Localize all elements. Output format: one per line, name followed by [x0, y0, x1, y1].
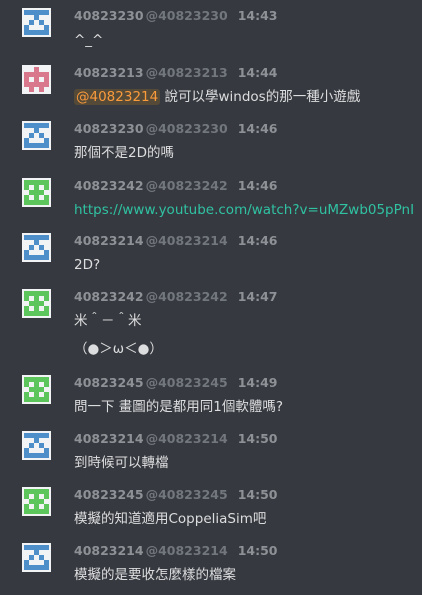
chat-message: 40823242 @40823242 14:47 米＾－＾米 （●＞ω＜●） [0, 285, 422, 357]
chat-message: 40823245 @40823245 14:50 模擬的知道適用CoppeliaSim… [0, 483, 422, 539]
user-handle[interactable]: @40823214 [146, 431, 228, 446]
username[interactable]: 40823230 [74, 121, 144, 136]
timestamp: 14:50 [237, 487, 278, 502]
username[interactable]: 40823214 [74, 431, 144, 446]
chat-message: 40823214 @40823214 14:46 2D? [0, 229, 422, 285]
message-text: 到時候可以轉檔 [74, 455, 169, 471]
user-handle[interactable]: @40823230 [146, 121, 228, 136]
avatar[interactable] [22, 431, 51, 460]
timestamp: 14:44 [237, 65, 278, 80]
message-text: @40823214 說可以學windos的那一種小遊戲 [74, 88, 360, 106]
username[interactable]: 40823230 [74, 8, 144, 23]
chat-message: 40823214 @40823214 14:50 到時候可以轉檔 [0, 427, 422, 483]
username[interactable]: 40823242 [74, 178, 144, 193]
identicon-green [22, 178, 51, 207]
user-mention[interactable]: @40823214 [74, 89, 161, 105]
user-handle[interactable]: @40823213 [146, 65, 228, 80]
message-text: https://www.youtube.com/watch?v=uMZwb05p… [74, 201, 414, 219]
username[interactable]: 40823245 [74, 375, 144, 390]
avatar[interactable] [22, 65, 51, 94]
message-text: 問一下 畫圖的是都用同1個軟體嗎? [74, 399, 284, 415]
message-text: 模擬的知道適用CoppeliaSim吧 [74, 511, 267, 527]
message-content: 說可以學windos的那一種小遊戲 [160, 89, 361, 105]
chat-message: 40823242 @40823242 14:46 https://www.youtub… [0, 174, 422, 230]
timestamp: 14:47 [237, 289, 278, 304]
timestamp: 14:50 [237, 431, 278, 446]
user-handle[interactable]: @40823245 [146, 487, 228, 502]
message-text: 2D? [74, 257, 101, 273]
user-handle[interactable]: @40823242 [146, 289, 228, 304]
user-handle[interactable]: @40823242 [146, 178, 228, 193]
identicon-green [22, 375, 51, 404]
avatar[interactable] [22, 543, 51, 572]
identicon-red [22, 65, 51, 94]
identicon-blue [22, 543, 51, 572]
message-header: 40823245 @40823245 14:50 [74, 487, 277, 503]
timestamp: 14:46 [237, 178, 278, 193]
avatar[interactable] [22, 375, 51, 404]
user-handle[interactable]: @40823230 [146, 8, 228, 23]
chat-message-list: 40823230 @40823230 14:43 ^_^ 40823213 @408232… [0, 0, 422, 593]
message-header: 40823214 @40823214 14:46 [74, 233, 277, 249]
avatar[interactable] [22, 121, 51, 150]
message-header: 40823242 @40823242 14:47 [74, 289, 277, 305]
identicon-blue [22, 121, 51, 150]
timestamp: 14:46 [237, 233, 278, 248]
identicon-green [22, 487, 51, 516]
avatar[interactable] [22, 178, 51, 207]
message-text: 米＾－＾米 [74, 313, 142, 329]
message-header: 40823214 @40823214 14:50 [74, 431, 277, 447]
username[interactable]: 40823214 [74, 543, 144, 558]
user-handle[interactable]: @40823245 [146, 375, 228, 390]
username[interactable]: 40823242 [74, 289, 144, 304]
message-header: 40823214 @40823214 14:50 [74, 543, 277, 559]
message-text: 那個不是2D的嗎 [74, 145, 174, 161]
message-header: 40823242 @40823242 14:46 [74, 178, 277, 194]
identicon-blue [22, 431, 51, 460]
timestamp: 14:49 [237, 375, 278, 390]
avatar[interactable] [22, 487, 51, 516]
timestamp: 14:46 [237, 121, 278, 136]
message-link[interactable]: https://www.youtube.com/watch?v=uMZwb05p… [74, 202, 414, 218]
message-text: ^_^ [74, 32, 104, 48]
chat-message: 40823214 @40823214 14:50 模擬的是要收怎麼樣的檔案 [0, 539, 422, 595]
user-handle[interactable]: @40823214 [146, 543, 228, 558]
chat-message: 40823213 @40823213 14:44 @40823214 說可以學wind… [0, 61, 422, 117]
message-text: 模擬的是要收怎麼樣的檔案 [74, 567, 236, 583]
message-header: 40823230 @40823230 14:43 [74, 8, 277, 24]
chat-message: 40823230 @40823230 14:46 那個不是2D的嗎 [0, 117, 422, 173]
avatar[interactable] [22, 233, 51, 262]
message-header: 40823245 @40823245 14:49 [74, 375, 277, 391]
chat-message: 40823230 @40823230 14:43 ^_^ [0, 4, 422, 60]
timestamp: 14:50 [237, 543, 278, 558]
user-handle[interactable]: @40823214 [146, 233, 228, 248]
message-header: 40823230 @40823230 14:46 [74, 121, 277, 137]
username[interactable]: 40823245 [74, 487, 144, 502]
chat-message: 40823245 @40823245 14:49 問一下 畫圖的是都用同1個軟體嗎? [0, 371, 422, 427]
message-header: 40823213 @40823213 14:44 [74, 65, 277, 81]
username[interactable]: 40823213 [74, 65, 144, 80]
avatar[interactable] [22, 289, 51, 318]
timestamp: 14:43 [237, 8, 278, 23]
identicon-blue [22, 8, 51, 37]
username[interactable]: 40823214 [74, 233, 144, 248]
avatar[interactable] [22, 8, 51, 37]
message-text: （●＞ω＜●） [74, 341, 163, 357]
identicon-green [22, 289, 51, 318]
identicon-blue [22, 233, 51, 262]
